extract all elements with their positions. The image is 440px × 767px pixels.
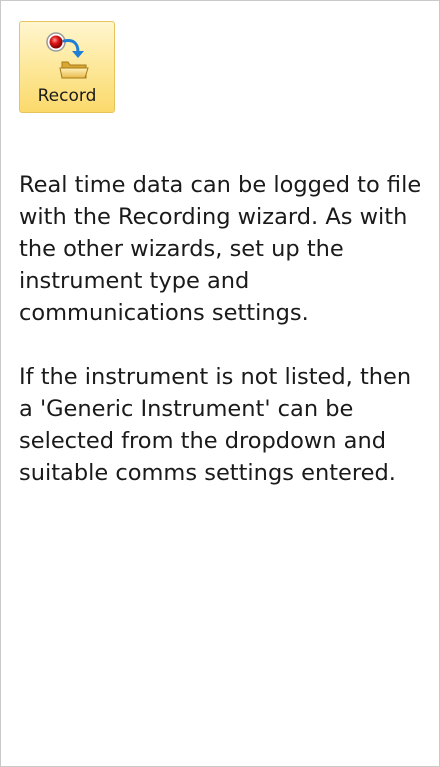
help-paragraph-generic-instrument: If the instrument is not listed, then a … bbox=[19, 364, 412, 486]
help-panel: Record Real time data can be logged to f… bbox=[0, 0, 440, 767]
help-paragraph-recording: Real time data can be logged to file wit… bbox=[19, 172, 422, 326]
record-button[interactable]: Record bbox=[19, 21, 115, 113]
help-text: Real time data can be logged to file wit… bbox=[19, 169, 423, 521]
record-to-folder-icon bbox=[46, 32, 89, 79]
record-button-label: Record bbox=[37, 86, 97, 106]
